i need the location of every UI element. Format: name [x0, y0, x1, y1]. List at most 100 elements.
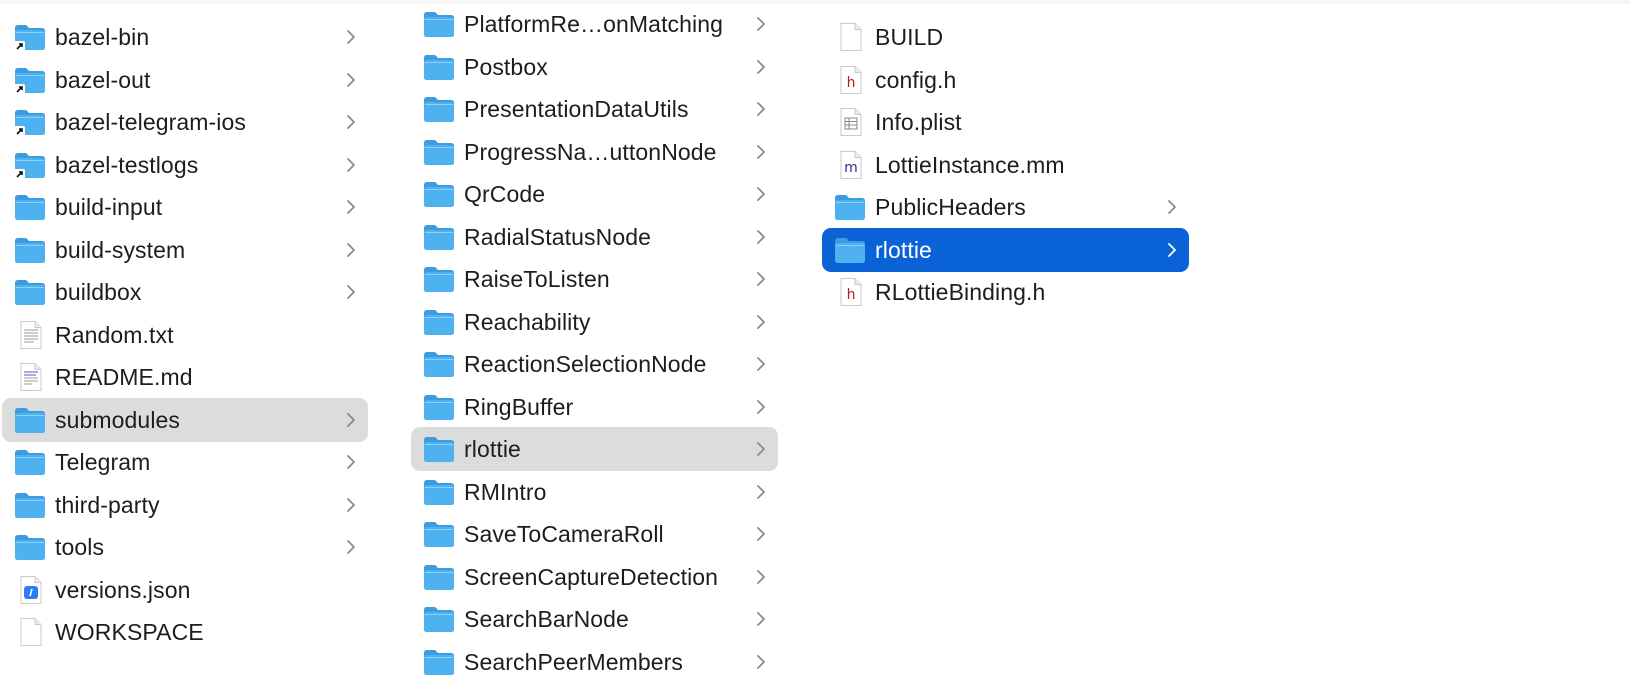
finder-row[interactable]: bazel-telegram-ios	[2, 100, 368, 144]
chevron-right-icon	[1165, 239, 1179, 261]
chevron-right-icon	[344, 451, 358, 473]
folder-icon	[423, 520, 455, 548]
item-name: build-system	[55, 236, 186, 263]
finder-row[interactable]: build-input	[2, 185, 368, 229]
finder-row[interactable]: RMIntro	[411, 470, 778, 514]
folder-icon	[423, 435, 455, 463]
chevron-right-icon	[344, 196, 358, 218]
finder-row[interactable]: Info.plist	[822, 100, 1189, 144]
finder-row[interactable]: Reachability	[411, 300, 778, 344]
item-name: ProgressNa…uttonNode	[464, 138, 717, 165]
svg-text:h: h	[847, 287, 856, 303]
chevron-right-icon	[754, 56, 768, 78]
finder-column-4[interactable]	[1211, 4, 1622, 680]
folder-icon	[423, 138, 455, 166]
svg-text:h: h	[847, 75, 856, 91]
finder-column-3[interactable]: BUILD h config.h Info.plist m LottieInstance.…	[801, 4, 1212, 680]
chevron-right-icon	[1165, 196, 1179, 218]
folder-icon	[423, 350, 455, 378]
item-name: BUILD	[875, 24, 944, 50]
finder-row[interactable]: build-system	[2, 228, 368, 272]
chevron-right-icon	[344, 154, 358, 176]
finder-row[interactable]: bazel-bin	[2, 15, 368, 59]
finder-column-1[interactable]: bazel-bin bazel-out bazel-telegram-ios baze…	[0, 4, 392, 680]
folder-icon	[423, 95, 455, 123]
finder-row[interactable]: SearchBarNode	[411, 597, 778, 641]
finder-row[interactable]: h config.h	[822, 58, 1189, 102]
chevron-right-icon	[754, 311, 768, 333]
finder-row[interactable]: third-party	[2, 483, 368, 527]
folder-icon	[14, 533, 46, 561]
finder-row[interactable]: SaveToCameraRoll	[411, 512, 778, 556]
item-name: SearchBarNode	[464, 606, 629, 632]
folder-alias-icon	[14, 23, 46, 51]
finder-row[interactable]: PlatformRe…onMatching	[411, 4, 778, 46]
finder-row[interactable]: PresentationDataUtils	[411, 87, 778, 131]
finder-row[interactable]: Postbox	[411, 45, 778, 89]
chevron-right-icon	[344, 281, 358, 303]
chevron-right-icon	[754, 396, 768, 418]
markdown-file-icon	[14, 363, 46, 391]
chevron-right-icon	[344, 26, 358, 48]
finder-row[interactable]: Random.txt	[2, 313, 368, 357]
item-name: RMIntro	[464, 478, 547, 505]
finder-row[interactable]: RingBuffer	[411, 385, 778, 429]
json-file-icon	[14, 575, 46, 604]
item-name: buildbox	[55, 279, 142, 305]
finder-row[interactable]: SearchPeerMembers	[411, 640, 778, 680]
chevron-right-icon	[754, 523, 768, 545]
finder-row[interactable]: ReactionSelectionNode	[411, 342, 778, 386]
folder-icon	[423, 563, 455, 591]
finder-row[interactable]: submodules	[2, 397, 368, 442]
item-name: Reachability	[464, 308, 591, 335]
folder-icon	[14, 193, 46, 221]
finder-row[interactable]: buildbox	[2, 270, 368, 314]
finder-row[interactable]: bazel-testlogs	[2, 143, 368, 187]
finder-row[interactable]: h RLottieBinding.h	[822, 270, 1189, 314]
finder-column-5[interactable]	[1621, 4, 1630, 680]
finder-row[interactable]: WORKSPACE	[2, 610, 368, 654]
item-name: Info.plist	[875, 109, 962, 135]
objcpp-file-icon: m	[834, 150, 866, 179]
item-name: PresentationDataUtils	[464, 96, 689, 122]
folder-alias-icon	[14, 151, 46, 179]
folder-icon	[834, 236, 866, 264]
chevron-right-icon	[754, 481, 768, 503]
finder-column-2[interactable]: PlatformRe…onMatching Postbox Presentation…	[391, 4, 802, 680]
finder-row[interactable]: README.md	[2, 355, 368, 399]
finder-row[interactable]: rlottie	[411, 427, 778, 471]
finder-row[interactable]: tools	[2, 525, 368, 569]
finder-row[interactable]: BUILD	[822, 15, 1189, 59]
folder-icon	[14, 278, 46, 306]
finder-row[interactable]: m LottieInstance.mm	[822, 143, 1189, 187]
chevron-right-icon	[754, 438, 768, 460]
item-name: SearchPeerMembers	[464, 648, 684, 675]
item-name: Random.txt	[55, 321, 174, 348]
chevron-right-icon	[344, 239, 358, 261]
chevron-right-icon	[344, 494, 358, 516]
item-name: LottieInstance.mm	[875, 151, 1065, 178]
finder-row[interactable]: RadialStatusNode	[411, 215, 778, 259]
item-name: RaiseToListen	[464, 266, 610, 292]
finder-row[interactable]: bazel-out	[2, 58, 368, 102]
item-name: WORKSPACE	[55, 619, 204, 645]
finder-row[interactable]: ScreenCaptureDetection	[411, 555, 778, 599]
chevron-right-icon	[754, 353, 768, 375]
item-name: RingBuffer	[464, 393, 574, 420]
finder-row[interactable]: QrCode	[411, 172, 778, 216]
folder-icon	[834, 193, 866, 221]
folder-icon	[423, 265, 455, 293]
finder-row[interactable]: rlottie	[822, 227, 1189, 272]
finder-row[interactable]: PublicHeaders	[822, 185, 1189, 229]
chevron-right-icon	[754, 651, 768, 673]
finder-row[interactable]: ProgressNa…uttonNode	[411, 130, 778, 174]
item-name: versions.json	[55, 576, 191, 603]
finder-row[interactable]: versions.json	[2, 568, 368, 612]
finder-row[interactable]: Telegram	[2, 440, 368, 484]
folder-icon	[423, 605, 455, 633]
chevron-right-icon	[344, 409, 358, 431]
item-name: bazel-telegram-ios	[55, 109, 246, 135]
finder-row[interactable]: RaiseToListen	[411, 257, 778, 301]
item-name: RLottieBinding.h	[875, 279, 1046, 305]
folder-icon	[423, 10, 455, 38]
